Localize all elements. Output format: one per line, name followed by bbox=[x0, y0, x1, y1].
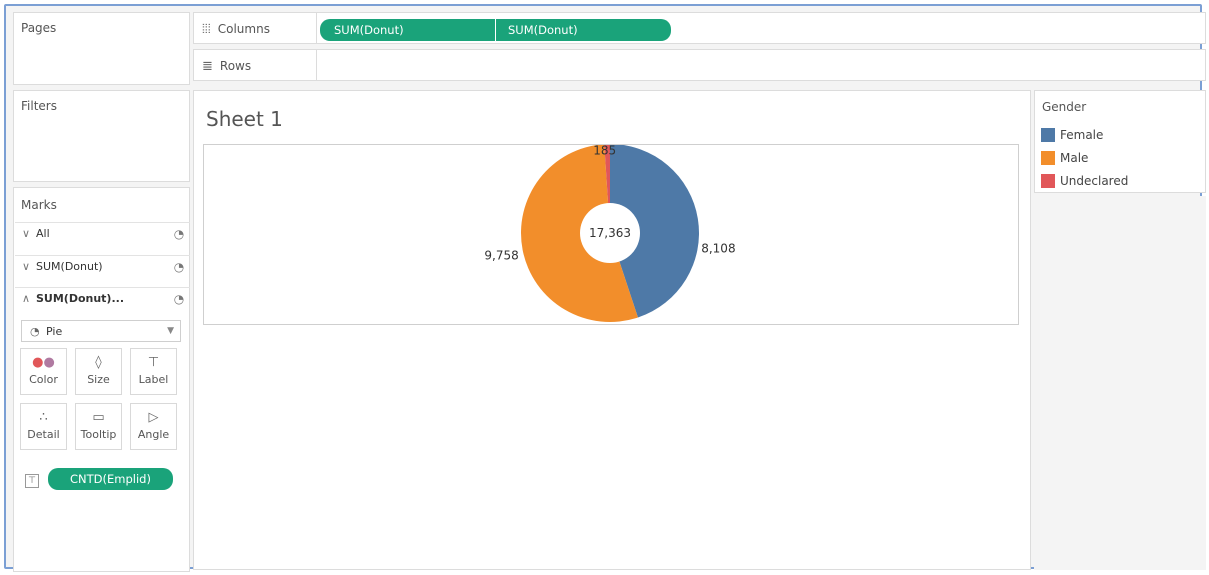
legend-label: Male bbox=[1060, 151, 1089, 165]
detail-button[interactable]: ∴ Detail bbox=[20, 403, 67, 450]
label-button[interactable]: ⊤ Label bbox=[130, 348, 177, 395]
size-button[interactable]: ◊ Size bbox=[75, 348, 122, 395]
filters-card[interactable]: Filters bbox=[13, 90, 190, 182]
chevron-down-icon: ∨ bbox=[22, 260, 31, 273]
chevron-down-icon: ∨ bbox=[22, 227, 31, 240]
columns-shelf: ⦙⦙⦙ Columns SUM(Donut) SUM(Donut) bbox=[193, 12, 1206, 44]
data-label-male: 9,758 bbox=[484, 249, 518, 263]
mark-type-dropdown[interactable]: ◔ Pie ▼ bbox=[21, 320, 181, 342]
marks-row-label: SUM(Donut) bbox=[36, 260, 103, 273]
tooltip-button-label: Tooltip bbox=[80, 428, 117, 441]
legend-item-male[interactable]: Male bbox=[1041, 150, 1088, 166]
columns-label-text: Columns bbox=[217, 22, 270, 36]
rows-label: ≣ Rows bbox=[202, 57, 251, 75]
legend-item-female[interactable]: Female bbox=[1041, 127, 1103, 143]
column-pill-sum-donut-1[interactable]: SUM(Donut) bbox=[320, 19, 495, 41]
detail-button-label: Detail bbox=[27, 428, 60, 441]
tooltip-icon: ▭ bbox=[92, 410, 105, 425]
chart-pane[interactable]: 17,363 8,108 9,758 185 bbox=[203, 144, 1019, 325]
filters-title: Filters bbox=[21, 99, 57, 113]
chevron-down-icon: ▼ bbox=[167, 326, 174, 336]
marks-row-sum-donut-1[interactable]: ∨ SUM(Donut) ◔ bbox=[15, 255, 190, 277]
angle-icon: ▷ bbox=[148, 410, 159, 425]
legend-swatch bbox=[1041, 128, 1055, 142]
worksheet-view: Sheet 1 17,363 8,108 9,758 185 bbox=[193, 90, 1031, 570]
rows-label-text: Rows bbox=[219, 59, 252, 73]
pie-icon: ◔ bbox=[30, 324, 40, 338]
data-label-female: 8,108 bbox=[701, 242, 735, 256]
tableau-window: Pages Filters Marks ∨ All ◔ ∨ SUM(Donut)… bbox=[4, 4, 1206, 572]
marks-row-label: SUM(Donut)... bbox=[36, 292, 124, 305]
rows-icon: ≣ bbox=[202, 58, 213, 74]
legend-label: Female bbox=[1060, 128, 1104, 142]
pie-icon: ◔ bbox=[173, 291, 185, 306]
marks-row-all[interactable]: ∨ All ◔ bbox=[15, 222, 190, 244]
pie-icon: ◔ bbox=[173, 226, 185, 241]
size-icon: ◊ bbox=[95, 355, 102, 370]
legend-item-undeclared[interactable]: Undeclared bbox=[1041, 173, 1128, 189]
legend-label: Undeclared bbox=[1060, 174, 1129, 188]
divider bbox=[316, 13, 317, 43]
sheet-title[interactable]: Sheet 1 bbox=[206, 107, 283, 131]
gender-legend: Gender Female Male Undeclared bbox=[1034, 90, 1206, 193]
angle-button[interactable]: ▷ Angle bbox=[130, 403, 177, 450]
side-panel-empty bbox=[1034, 196, 1206, 570]
donut-center-label: 17,363 bbox=[589, 226, 631, 240]
data-label-undeclared: 185 bbox=[593, 145, 616, 158]
angle-button-label: Angle bbox=[137, 428, 170, 441]
label-button-label: Label bbox=[138, 373, 169, 386]
detail-icon: ∴ bbox=[39, 410, 48, 425]
columns-label: ⦙⦙⦙ Columns bbox=[202, 20, 270, 38]
pages-card[interactable]: Pages bbox=[13, 12, 190, 85]
rows-shelf: ≣ Rows bbox=[193, 49, 1206, 81]
donut-chart: 17,363 8,108 9,758 185 bbox=[484, 144, 736, 322]
columns-icon: ⦙⦙⦙ bbox=[202, 21, 211, 37]
divider bbox=[316, 50, 317, 80]
cntd-emplid-pill[interactable]: CNTD(Emplid) bbox=[48, 468, 173, 490]
color-button-label: Color bbox=[29, 373, 58, 386]
marks-card: Marks ∨ All ◔ ∨ SUM(Donut) ◔ ∧ SUM(Donut… bbox=[13, 187, 190, 572]
legend-swatch bbox=[1041, 151, 1055, 165]
size-button-label: Size bbox=[87, 373, 110, 386]
marks-row-sum-donut-2[interactable]: ∧ SUM(Donut)... ◔ bbox=[15, 287, 190, 309]
mark-type-value: Pie bbox=[46, 324, 63, 338]
marks-title: Marks bbox=[21, 198, 57, 212]
color-button[interactable]: ●● Color bbox=[20, 348, 67, 395]
pages-title: Pages bbox=[21, 21, 57, 35]
color-dots-icon: ●● bbox=[32, 355, 55, 370]
column-pill-sum-donut-2[interactable]: SUM(Donut) bbox=[496, 19, 671, 41]
text-label-icon: ⊤ bbox=[147, 355, 160, 370]
pie-icon: ◔ bbox=[173, 259, 185, 274]
legend-title: Gender bbox=[1042, 100, 1087, 114]
chevron-up-icon: ∧ bbox=[22, 292, 31, 305]
legend-swatch bbox=[1041, 174, 1055, 188]
tooltip-button[interactable]: ▭ Tooltip bbox=[75, 403, 122, 450]
text-label-icon: ⊤ bbox=[25, 474, 39, 488]
marks-row-label: All bbox=[36, 227, 50, 240]
